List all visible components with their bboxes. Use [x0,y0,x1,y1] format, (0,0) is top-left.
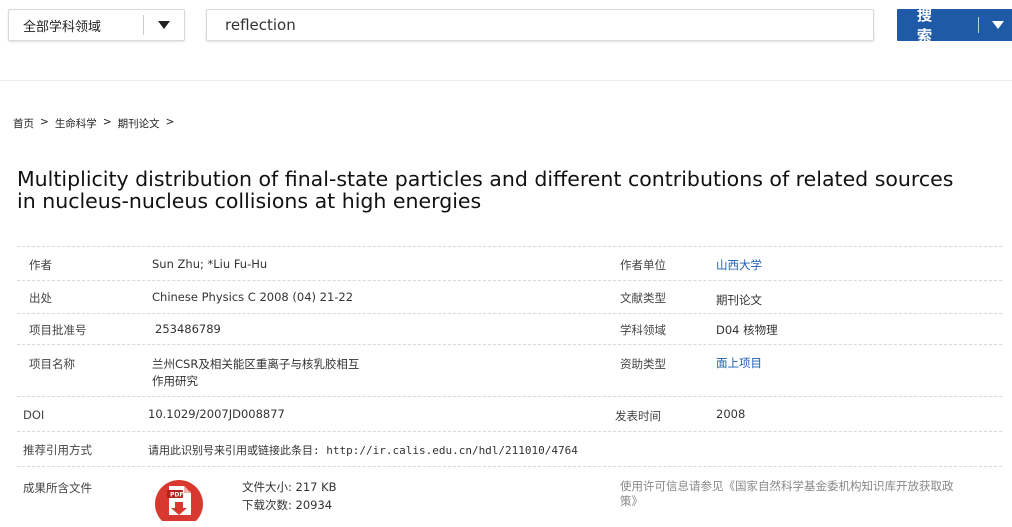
author-value: Sun Zhu; *Liu Fu-Hu [152,257,268,271]
breadcrumb-home[interactable]: 首页 [13,116,34,131]
header-divider [0,80,1012,81]
search-button[interactable]: 搜 索 [897,6,978,45]
article-title: Multiplicity distribution of final-state… [17,167,954,213]
field-label: 学科领域 [620,323,666,337]
funding-type-link[interactable]: 面上项目 [716,355,762,371]
breadcrumb-journal-articles[interactable]: 期刊论文 [118,116,160,131]
breadcrumb-separator: > [165,116,175,128]
metadata-row-grant-number: 项目批准号 253486789 学科领域 D04 核物理 [17,314,1002,345]
author-label: 作者 [29,258,52,272]
citation-label: 推荐引用方式 [23,443,92,457]
citation-value[interactable]: 请用此识别号来引用或链接此条目: http://ir.calis.edu.cn/… [148,442,578,458]
search-button-divider [978,17,979,33]
pdf-file-icon[interactable]: PDF [152,477,206,527]
doc-type-value: 期刊论文 [716,293,762,307]
chevron-down-icon [992,21,1004,29]
license-note[interactable]: 使用许可信息请参见《国家自然科学基金委机构知识库开放获取政策》 [620,479,965,509]
pdf-badge-text: PDF [170,492,183,499]
pub-time-label: 发表时间 [615,409,661,423]
article-metadata-table: 作者 Sun Zhu; *Liu Fu-Hu 作者单位 山西大学 出处 Chin… [17,246,1002,527]
search-input[interactable] [206,9,874,41]
download-count: 下载次数: 20934 [242,498,333,512]
metadata-row-files: 成果所含文件 PDF 文件大小: 217 KB 下载次数: 20934 使用许可… [17,467,1002,527]
search-options-button[interactable] [978,9,1012,41]
doi-value: 10.1029/2007JD008877 [148,407,285,421]
breadcrumb-separator: > [102,116,112,128]
grant-number-label: 项目批准号 [29,323,87,337]
affiliation-link[interactable]: 山西大学 [716,257,762,273]
project-label: 项目名称 [29,357,75,371]
source-label: 出处 [29,291,52,305]
source-value: Chinese Physics C 2008 (04) 21-22 [152,290,354,304]
affiliation-label: 作者单位 [620,258,666,272]
project-value-line1: 兰州CSR及相关能区重离子与核乳胶相互 [152,357,360,371]
metadata-row-doi: DOI 10.1029/2007JD008877 发表时间 2008 [17,397,1002,432]
doc-type-label: 文献类型 [620,291,666,305]
breadcrumb: 首页 > 生命科学 > 期刊论文 > [13,116,174,131]
project-value-line2: 作用研究 [152,374,198,388]
file-size: 文件大小: 217 KB [242,480,337,494]
breadcrumb-life-science[interactable]: 生命科学 [55,116,97,131]
pub-time-value: 2008 [716,407,746,421]
subject-scope-select[interactable]: 全部学科领域 [8,9,185,41]
grant-number-value: 253486789 [155,322,221,336]
chevron-down-icon[interactable] [144,21,184,29]
files-label: 成果所含文件 [23,481,92,495]
doi-label: DOI [23,408,45,422]
metadata-row-project: 项目名称 兰州CSR及相关能区重离子与核乳胶相互 作用研究 资助类型 面上项目 [17,345,1002,397]
metadata-row-author: 作者 Sun Zhu; *Liu Fu-Hu 作者单位 山西大学 [17,246,1002,281]
field-value: D04 核物理 [716,323,778,337]
breadcrumb-separator: > [40,116,49,128]
metadata-row-source: 出处 Chinese Physics C 2008 (04) 21-22 文献类… [17,281,1002,314]
funding-type-label: 资助类型 [620,357,666,371]
metadata-row-citation: 推荐引用方式 请用此识别号来引用或链接此条目: http://ir.calis.… [17,432,1002,467]
subject-scope-label: 全部学科领域 [23,19,102,35]
